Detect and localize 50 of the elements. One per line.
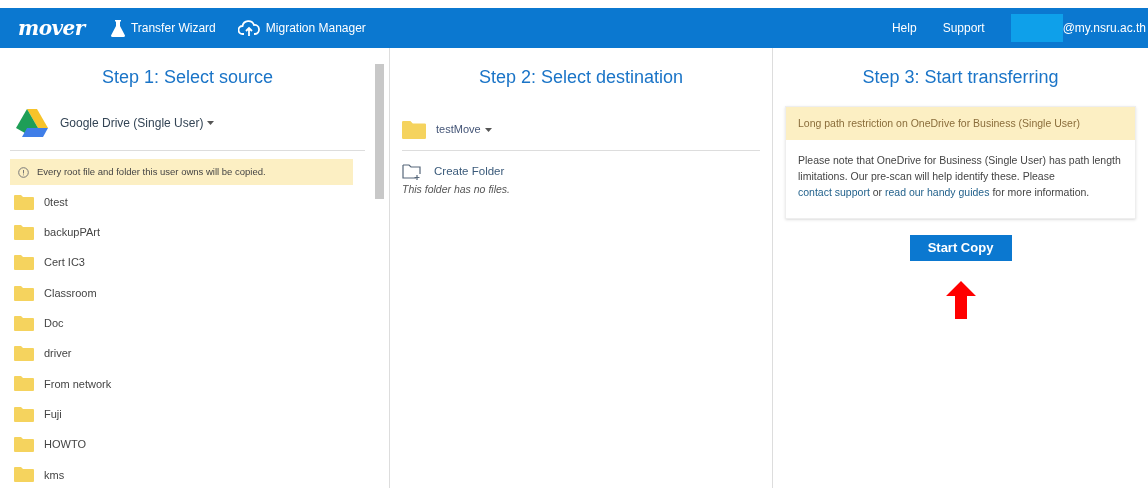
nav-link[interactable]: Help: [891, 19, 917, 37]
folder-icon: [14, 346, 34, 362]
step-title: Step 2: Select destination: [477, 66, 685, 89]
start-copy-button[interactable]: Start Copy: [909, 235, 1012, 261]
folder-row[interactable]: Doc: [10, 308, 365, 339]
folder-icon: [14, 194, 34, 210]
alert-title: Long path restriction on OneDrive for Business (Single User): [786, 107, 1135, 140]
info-text: Every root file and folder this user owns will be copied.: [37, 164, 266, 179]
flask-icon: [110, 19, 125, 37]
nav-link[interactable]: Transfer Wizard: [110, 19, 216, 37]
text-link[interactable]: read our handy guides: [884, 186, 990, 198]
folder-row[interactable]: backupPArt: [10, 217, 365, 248]
folder-icon: [14, 467, 34, 483]
folder-icon: [402, 120, 426, 139]
folder-row[interactable]: Fuji: [10, 399, 365, 430]
create-folder-button[interactable]: Create Folder: [402, 163, 760, 181]
cloud-upload-icon: [237, 20, 260, 36]
nav-link[interactable]: Migration Manager: [237, 19, 366, 37]
folder-row[interactable]: driver: [10, 338, 365, 369]
step-title: Step 3: Start transferring: [862, 66, 1059, 89]
folder-icon: [14, 406, 34, 422]
scrollbar[interactable]: [375, 64, 384, 199]
account-email[interactable]: @my.nsru.ac.th: [1062, 19, 1146, 37]
empty-folder-message: This folder has no files.: [402, 182, 511, 198]
folder-plus-icon: [402, 163, 422, 180]
source-connector-dropdown[interactable]: Google Drive (Single User): [60, 113, 215, 132]
destination-folder-dropdown[interactable]: testMove: [436, 121, 492, 138]
folder-icon: [14, 315, 34, 331]
text-link[interactable]: contact support: [798, 186, 870, 198]
app-logo[interactable]: mover: [18, 13, 85, 43]
folder-row[interactable]: 0test: [10, 187, 365, 218]
folder-icon: [14, 255, 34, 271]
folder-icon: [14, 285, 34, 301]
folder-icon: [14, 437, 34, 452]
nav-link[interactable]: Support: [942, 19, 985, 37]
folder-row[interactable]: From network: [10, 368, 365, 400]
alert-message: Please note that OneDrive for Business (Single User) has path length limitations. Our pre-scan will help identify these. Please contact support or read our handy guides for more information.: [797, 153, 1122, 200]
redaction-block: [1010, 14, 1063, 42]
drive-logo-icon: [16, 108, 48, 137]
folder-icon: [14, 224, 34, 240]
info-icon: [18, 166, 29, 178]
folder-row[interactable]: Classroom: [10, 277, 365, 309]
folder-row[interactable]: Cert IC3: [10, 247, 365, 278]
folder-row[interactable]: kms: [10, 459, 365, 488]
folder-row[interactable]: HOWTO: [10, 429, 365, 460]
caret-icon: [484, 128, 492, 133]
arrow-up-icon: [945, 281, 976, 319]
folder-icon: [14, 376, 34, 392]
caret-icon: [207, 121, 215, 126]
step-title: Step 1: Select source: [100, 66, 275, 89]
